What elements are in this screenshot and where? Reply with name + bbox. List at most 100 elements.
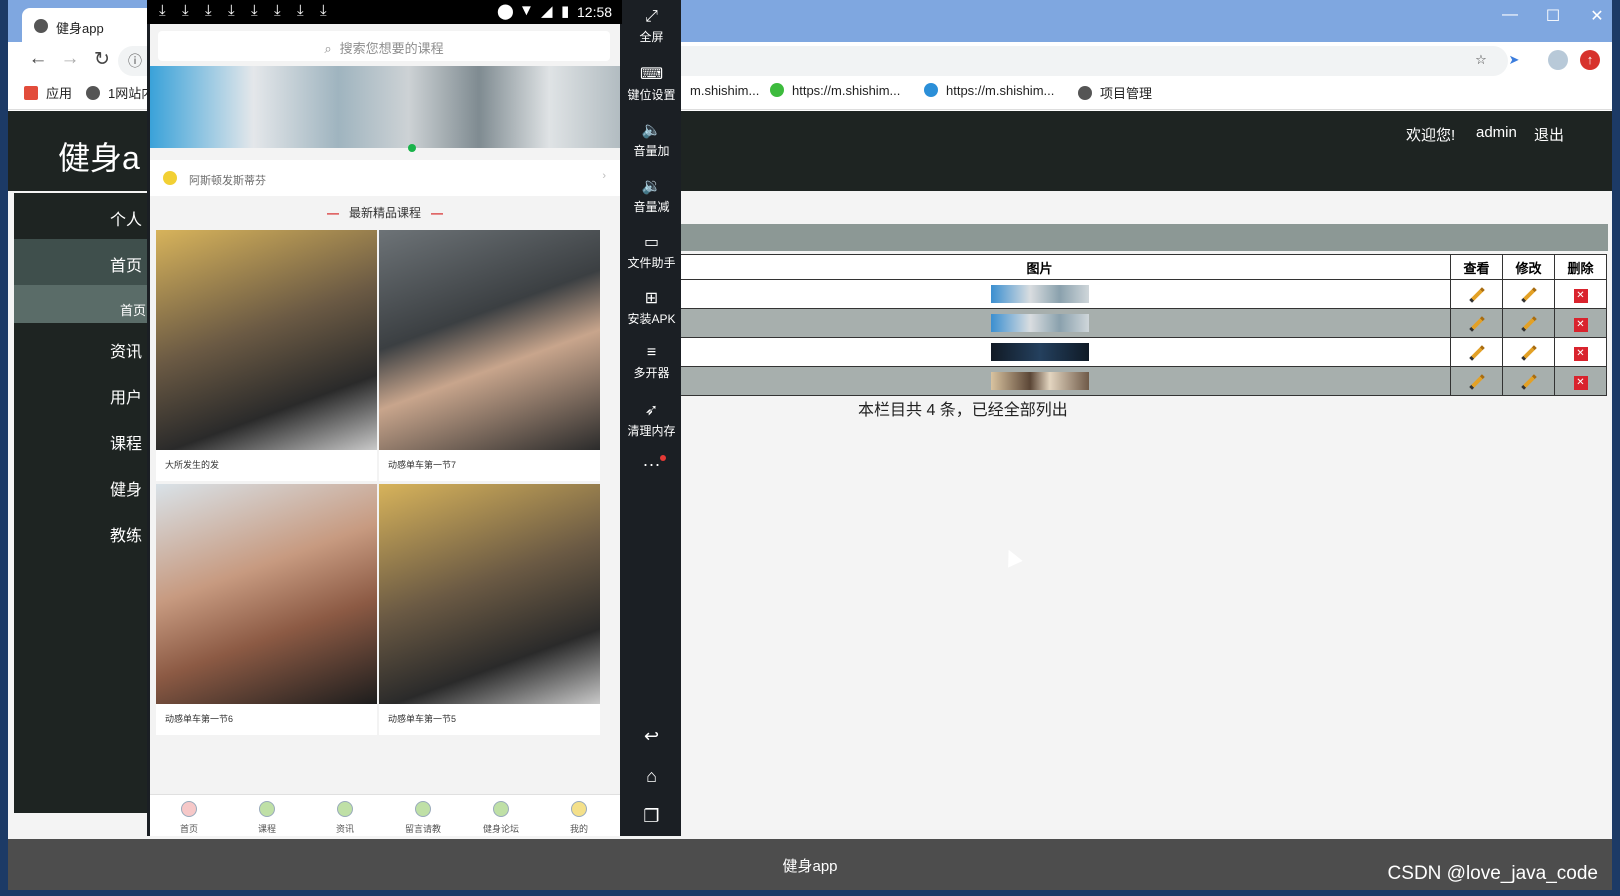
battery-icon: ▮ bbox=[561, 3, 570, 20]
bookmark-1[interactable]: 1网站内 bbox=[86, 83, 154, 102]
section-header-bar bbox=[648, 224, 1608, 251]
carousel-indicator[interactable] bbox=[408, 144, 416, 152]
sidebar-item-coaches[interactable]: 教练 bbox=[14, 509, 154, 555]
sidebar-item-home[interactable]: 首页 bbox=[14, 239, 154, 285]
maximize-button[interactable]: ☐ bbox=[1538, 6, 1568, 26]
news-icon bbox=[337, 801, 353, 817]
profile-avatar[interactable] bbox=[1548, 50, 1568, 70]
banner-image[interactable] bbox=[150, 66, 620, 148]
bookmark-5[interactable]: 项目管理 bbox=[1078, 83, 1152, 102]
message-icon bbox=[415, 801, 431, 817]
view-icon[interactable] bbox=[1468, 374, 1485, 390]
table-header-row: 图片 查看 修改 删除 bbox=[628, 254, 1607, 280]
multi-instance-button[interactable]: ≡ 多开器 bbox=[622, 344, 681, 381]
forum-icon bbox=[493, 801, 509, 817]
notice-bar[interactable]: 阿斯顿发斯蒂芬 › bbox=[150, 160, 620, 196]
view-icon[interactable] bbox=[1468, 345, 1485, 361]
update-icon[interactable]: ↑ bbox=[1580, 50, 1600, 70]
stack-icon: ≡ bbox=[646, 344, 657, 361]
thumbnail-image[interactable] bbox=[990, 343, 1089, 361]
bottom-navigation: 首页 课程 资讯 留言请教 健身论坛 我的 bbox=[150, 794, 620, 836]
sidebar-item-fitness[interactable]: 健身 bbox=[14, 463, 154, 509]
sidebar-item-courses[interactable]: 课程 bbox=[14, 417, 154, 463]
home-icon[interactable]: ⌂ bbox=[622, 766, 681, 787]
sidebar-item-profile[interactable]: 个人 bbox=[14, 193, 154, 239]
back-icon[interactable]: ↩ bbox=[622, 726, 681, 747]
view-icon[interactable] bbox=[1468, 316, 1485, 332]
volume-up-button[interactable]: 🔈 音量加 bbox=[622, 120, 681, 159]
forward-icon[interactable]: → bbox=[58, 48, 82, 70]
fullscreen-icon: ⤢ bbox=[645, 8, 658, 25]
sidebar-item-news[interactable]: 资讯 bbox=[14, 325, 154, 371]
volume-down-button[interactable]: 🔉 音量减 bbox=[622, 176, 681, 215]
sidebar-item-users[interactable]: 用户 bbox=[14, 371, 154, 417]
bookmark-2[interactable]: m.shishim... bbox=[690, 83, 759, 98]
course-search-input[interactable]: ⌕ 搜索您想要的课程 bbox=[158, 31, 610, 61]
bookmark-3[interactable]: https://m.shishim... bbox=[770, 83, 900, 98]
table-row: ✕ bbox=[628, 366, 1607, 396]
nav-forum[interactable]: 健身论坛 bbox=[462, 795, 540, 835]
delete-icon[interactable]: ✕ bbox=[1573, 375, 1588, 390]
file-helper-button[interactable]: ▭ 文件助手 bbox=[622, 232, 681, 271]
table-summary: 本栏目共 4 条，已经全部列出 bbox=[858, 402, 1068, 419]
nav-mine[interactable]: 我的 bbox=[540, 795, 618, 835]
wechat-icon bbox=[770, 83, 784, 97]
bookmark-apps[interactable]: 应用 bbox=[24, 83, 72, 102]
nav-messages[interactable]: 留言请教 bbox=[384, 795, 462, 835]
edit-icon[interactable] bbox=[1520, 374, 1537, 390]
course-card[interactable]: 动感单车第一节5 bbox=[379, 484, 600, 735]
course-caption: 动感单车第一节7 bbox=[388, 460, 457, 470]
bookmark-4[interactable]: https://m.shishim... bbox=[924, 83, 1054, 98]
notification-dot bbox=[660, 455, 666, 461]
volume-down-icon: 🔉 bbox=[641, 178, 662, 195]
install-apk-button[interactable]: ⊞ 安装APK bbox=[622, 288, 681, 327]
user-link[interactable]: admin bbox=[1476, 124, 1517, 141]
keymap-button[interactable]: ⌨ 键位设置 bbox=[622, 64, 681, 103]
course-image bbox=[379, 230, 600, 450]
clean-memory-button[interactable]: ➶ 清理内存 bbox=[622, 400, 681, 439]
thumbnail-image[interactable] bbox=[990, 314, 1089, 332]
download-icon: ⤓ bbox=[182, 2, 189, 19]
delete-icon[interactable]: ✕ bbox=[1573, 288, 1588, 303]
course-image bbox=[156, 484, 377, 704]
course-caption: 动感单车第一节5 bbox=[388, 714, 457, 724]
thumbnail-image[interactable] bbox=[990, 372, 1089, 390]
back-icon[interactable]: ← bbox=[26, 48, 50, 70]
logout-link[interactable]: 退出 bbox=[1534, 124, 1564, 145]
info-icon[interactable]: ⓘ bbox=[128, 51, 142, 71]
thumbnail-image[interactable] bbox=[990, 285, 1089, 303]
nav-courses[interactable]: 课程 bbox=[228, 795, 306, 835]
nav-news[interactable]: 资讯 bbox=[306, 795, 384, 835]
extension-icon[interactable]: ➤ bbox=[1504, 50, 1524, 70]
recent-apps-icon[interactable]: ❐ bbox=[622, 806, 681, 827]
notice-icon bbox=[163, 171, 177, 185]
android-emulator: ⤓ ⤓ ⤓ ⤓ ⤓ ⤓ ⤓ ⤓ ⬤ ▼ ◢ ▮ 12:58 ⌕ 搜索您想要的课程 … bbox=[147, 0, 681, 836]
download-icon: ⤓ bbox=[251, 2, 258, 19]
sidebar-subitem-home[interactable]: 首页 bbox=[14, 285, 154, 323]
course-card[interactable]: 大所发生的发 bbox=[156, 230, 377, 481]
view-icon[interactable] bbox=[1468, 287, 1485, 303]
nav-home[interactable]: 首页 bbox=[150, 795, 228, 835]
edit-icon[interactable] bbox=[1520, 345, 1537, 361]
edit-icon[interactable] bbox=[1520, 287, 1537, 303]
course-card[interactable]: 动感单车第一节7 bbox=[379, 230, 600, 481]
browser-tab[interactable]: 健身app bbox=[22, 8, 160, 42]
minimize-button[interactable]: — bbox=[1495, 6, 1525, 24]
column-header-view: 查看 bbox=[1450, 254, 1503, 280]
delete-icon[interactable]: ✕ bbox=[1573, 346, 1588, 361]
delete-icon[interactable]: ✕ bbox=[1573, 317, 1588, 332]
globe-icon bbox=[1078, 86, 1092, 100]
bookmark-c-icon bbox=[924, 83, 938, 97]
reload-icon[interactable]: ↻ bbox=[90, 48, 114, 71]
course-image bbox=[379, 484, 600, 704]
download-icon: ⤓ bbox=[320, 2, 327, 19]
edit-icon[interactable] bbox=[1520, 316, 1537, 332]
courses-icon bbox=[259, 801, 275, 817]
clock-time: 12:58 bbox=[577, 4, 613, 20]
fullscreen-button[interactable]: ⤢ 全屏 bbox=[622, 8, 681, 45]
download-icon: ⤓ bbox=[297, 2, 304, 19]
star-icon[interactable]: ☆ bbox=[1471, 50, 1491, 70]
more-button[interactable]: ··· bbox=[622, 454, 681, 475]
course-card[interactable]: 动感单车第一节6 bbox=[156, 484, 377, 735]
close-button[interactable]: ✕ bbox=[1582, 6, 1612, 26]
